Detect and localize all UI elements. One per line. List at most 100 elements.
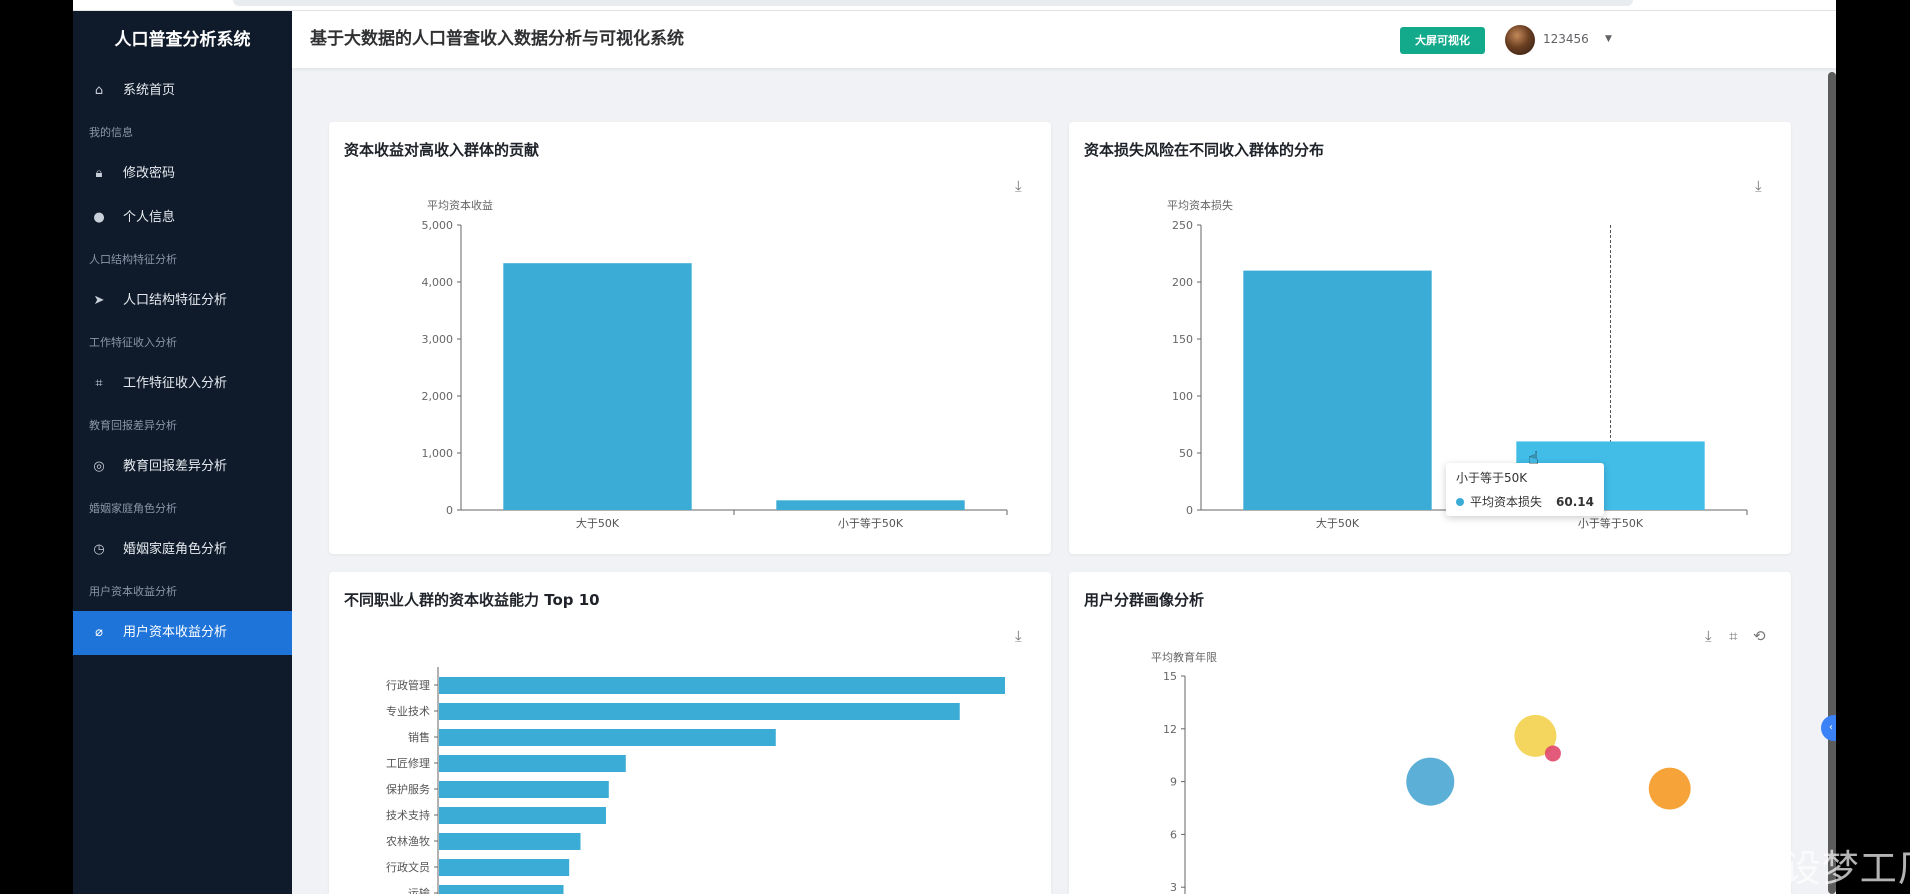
bar xyxy=(439,807,606,824)
send-icon: ➤ xyxy=(93,293,105,308)
card-capital-loss-distribution: 资本损失风险在不同收入群体的分布 ⤓ 平均资本损失 0 50 100 150 200 250… xyxy=(1069,122,1791,554)
y-axis-title: 平均教育年限 xyxy=(1151,650,1217,664)
y-axis-title: 平均资本收益 xyxy=(427,198,493,212)
y-tick-label: 0 xyxy=(1186,504,1193,517)
y-tick-label: 销售 xyxy=(408,730,430,744)
sidebar-item[interactable]: ➤ 人口结构特征分析 xyxy=(73,279,292,323)
bar xyxy=(439,703,960,720)
y-tick-label: 农林渔牧 xyxy=(386,834,430,848)
y-tick-label: 6 xyxy=(1170,828,1177,841)
series-dot-icon xyxy=(1456,498,1464,506)
menu-group-label: 教育回报差异分析 xyxy=(89,419,177,432)
scatter-point xyxy=(1544,745,1561,762)
y-tick-label: 1,000 xyxy=(422,447,454,460)
sidebar-item-label: 教育回报差异分析 xyxy=(123,459,228,474)
clock-icon: ◷ xyxy=(93,542,105,557)
tooltip-value: 60.14 xyxy=(1556,495,1594,509)
chart-capital-gain: 平均资本收益 0 1,000 2,000 3,000 4,000 5,000 大于50K 小于等… xyxy=(422,198,1008,530)
chart-icon: ⌀ xyxy=(95,625,103,640)
sidebar-item-label: 系统首页 xyxy=(123,83,176,98)
card-occupation-top10: 不同职业人群的资本收益能力 Top 10 ⤓ 行政管理 专业技术 销售 工匠修理 保护服… xyxy=(329,572,1051,894)
bar xyxy=(1243,270,1432,510)
sidebar-item-label: 个人信息 xyxy=(123,210,176,225)
y-tick-label: 3 xyxy=(1170,881,1177,894)
caret-down-icon[interactable]: ▼ xyxy=(1605,11,1612,68)
y-tick-label: 行政管理 xyxy=(386,678,430,692)
x-tick-label: 大于50K xyxy=(1316,516,1360,530)
y-tick-label: 250 xyxy=(1172,219,1193,232)
y-tick-label: 50 xyxy=(1179,447,1193,460)
x-tick-label: 大于50K xyxy=(576,516,620,530)
bar xyxy=(439,755,626,772)
y-tick-label: 100 xyxy=(1172,390,1193,403)
bar xyxy=(439,677,1005,694)
app-brand: 人口普查分析系统 xyxy=(114,30,251,50)
bar xyxy=(439,781,609,798)
crop-icon: ⌗ xyxy=(95,376,103,391)
y-tick-label: 工匠修理 xyxy=(386,756,430,770)
chart-capital-loss: 平均资本损失 0 50 100 150 200 250 大于50K 小于等于50K xyxy=(1167,198,1748,530)
sidebar-item[interactable]: ◎ 教育回报差异分析 xyxy=(73,445,292,489)
bar xyxy=(439,859,570,876)
chart-tooltip: 小于等于50K 平均资本损失 60.14 xyxy=(1446,463,1604,516)
sidebar-item-label: 工作特征收入分析 xyxy=(123,376,228,391)
sidebar-item[interactable]: ⌂ 系统首页 xyxy=(73,69,292,113)
y-tick-label: 15 xyxy=(1163,670,1177,683)
menu-group-label: 婚姻家庭角色分析 xyxy=(89,502,177,515)
y-tick-label: 4,000 xyxy=(422,276,454,289)
tooltip-series: 平均资本损失 xyxy=(1470,495,1543,509)
scrollbar[interactable] xyxy=(1828,72,1836,894)
scatter-point xyxy=(1648,767,1691,810)
bar xyxy=(503,263,692,510)
menu-group-label: 用户资本收益分析 xyxy=(89,585,177,598)
username[interactable]: 123456 xyxy=(1543,11,1589,68)
y-tick-label: 行政文员 xyxy=(386,860,430,874)
x-tick-label: 小于等于50K xyxy=(838,516,904,530)
sidebar-item-label: 修改密码 xyxy=(123,166,176,181)
y-tick-label: 技术支持 xyxy=(386,808,430,822)
y-tick-label: 150 xyxy=(1172,333,1193,346)
collapse-tab-icon[interactable]: ‹ xyxy=(1821,715,1836,741)
card-capital-gain-contribution: 资本收益对高收入群体的贡献 ⤓ 平均资本收益 0 1,000 2,000 3,000 4,… xyxy=(329,122,1051,554)
tooltip-title: 小于等于50K xyxy=(1456,471,1528,485)
sidebar-item-label: 婚姻家庭角色分析 xyxy=(123,542,228,557)
mouse-pointer-icon: ☝ xyxy=(1528,448,1539,469)
y-tick-label: 2,000 xyxy=(422,390,454,403)
sidebar-item[interactable]: ● 个人信息 xyxy=(73,196,292,240)
app-window: 人口普查分析系统 ⌂ 系统首页我的信息 🔒︎ 修改密码 ● 个人信息人口结构特征分析 ➤ 人口… xyxy=(73,0,1836,894)
x-tick-label: 小于等于50K xyxy=(1578,516,1644,530)
sidebar-menu: ⌂ 系统首页我的信息 🔒︎ 修改密码 ● 个人信息人口结构特征分析 ➤ 人口结构特征分析工作特… xyxy=(73,69,292,655)
sidebar-item[interactable]: ◷ 婚姻家庭角色分析 xyxy=(73,528,292,572)
y-tick-label: 3,000 xyxy=(422,333,454,346)
browser-top-strip xyxy=(73,0,1836,11)
y-tick-label: 运输 xyxy=(408,886,430,894)
sidebar-item[interactable]: 🔒︎ 修改密码 xyxy=(73,152,292,196)
bar xyxy=(439,729,776,746)
y-tick-label: 9 xyxy=(1170,776,1177,789)
y-tick-label: 保护服务 xyxy=(386,782,430,796)
y-tick-label: 专业技术 xyxy=(386,704,430,718)
menu-group-label: 工作特征收入分析 xyxy=(89,336,177,349)
target-icon: ◎ xyxy=(93,459,105,474)
sidebar-item[interactable]: ⌗ 工作特征收入分析 xyxy=(73,362,292,406)
sidebar-item[interactable]: ⌀ 用户资本收益分析 xyxy=(73,611,292,655)
y-tick-label: 0 xyxy=(446,504,453,517)
y-tick-label: 5,000 xyxy=(422,219,454,232)
top-header: 基于大数据的人口普查收入数据分析与可视化系统 大屏可视化 123456 ▼ xyxy=(292,11,1836,68)
page-title: 基于大数据的人口普查收入数据分析与可视化系统 xyxy=(310,29,684,49)
bar xyxy=(776,500,965,510)
avatar[interactable] xyxy=(1505,25,1535,55)
bar xyxy=(439,833,581,850)
user-icon: ● xyxy=(93,210,105,225)
y-tick-label: 200 xyxy=(1172,276,1193,289)
menu-group-label: 我的信息 xyxy=(89,126,133,139)
bigscreen-button[interactable]: 大屏可视化 xyxy=(1400,27,1485,54)
y-tick-label: 12 xyxy=(1163,723,1177,736)
watermark: CSDN @IT毕设梦工厂 xyxy=(1550,847,1910,890)
y-axis-title: 平均资本损失 xyxy=(1167,198,1233,212)
sidebar: 人口普查分析系统 ⌂ 系统首页我的信息 🔒︎ 修改密码 ● 个人信息人口结构特征分析 ➤ 人口… xyxy=(73,11,292,894)
home-icon: ⌂ xyxy=(94,83,104,98)
chart-occupation-capital-gain: 行政管理专业技术销售工匠修理保护服务技术支持农林渔牧行政文员运输 xyxy=(386,667,1005,894)
sidebar-item-label: 用户资本收益分析 xyxy=(123,625,228,640)
menu-group-label: 人口结构特征分析 xyxy=(89,253,177,266)
